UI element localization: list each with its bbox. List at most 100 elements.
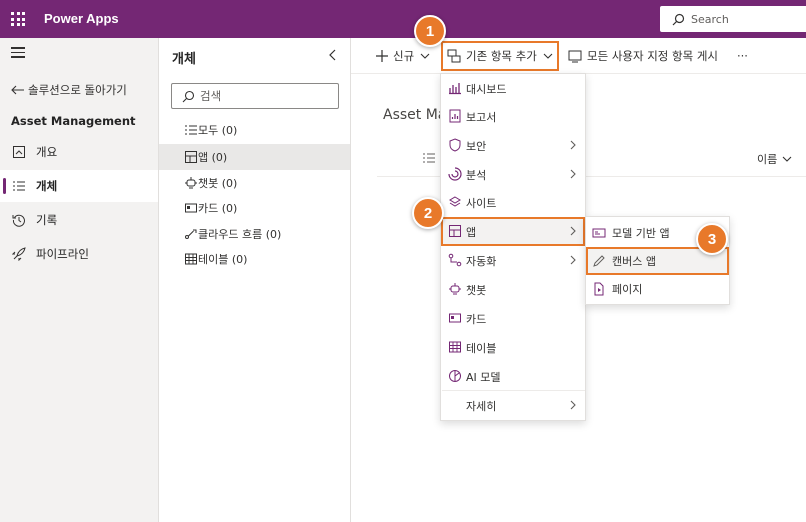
- submenu-item-page[interactable]: 페이지: [586, 275, 729, 303]
- step-badge-2: 2: [412, 197, 444, 229]
- analytics-icon: [448, 167, 462, 181]
- new-button-label: 신규: [393, 49, 415, 63]
- object-item-label: 테이블 (0): [198, 253, 248, 266]
- menu-item-label: 보안: [466, 139, 487, 153]
- menu-item-label: 사이트: [466, 196, 497, 210]
- back-to-solutions-link[interactable]: 솔루션으로 돌아가기: [11, 82, 127, 98]
- nav-item-pipelines[interactable]: 파이프라인: [0, 238, 158, 270]
- publish-icon: [568, 50, 582, 63]
- model-app-icon: [592, 228, 606, 238]
- object-item-tables[interactable]: 테이블 (0): [159, 246, 350, 272]
- nav-item-objects[interactable]: 개체: [0, 170, 158, 202]
- card-icon: [449, 313, 461, 323]
- object-item-label: 모두 (0): [198, 124, 238, 137]
- nav-item-label: 기록: [36, 213, 58, 227]
- menu-item-automation[interactable]: 자동화: [441, 246, 585, 275]
- add-existing-label: 기존 항목 추가: [466, 49, 537, 63]
- chatbot-icon: [449, 283, 461, 295]
- global-search-placeholder: Search: [691, 12, 729, 26]
- name-column-header[interactable]: 이름: [757, 151, 792, 167]
- overview-icon: [13, 146, 25, 158]
- automation-icon: [448, 253, 462, 267]
- publish-all-button[interactable]: 모든 사용자 지정 항목 게시: [568, 38, 718, 74]
- step-badge-1: 1: [414, 15, 446, 47]
- nav-item-history[interactable]: 기록: [0, 204, 158, 236]
- menu-item-security[interactable]: 보안: [441, 131, 585, 160]
- app-launcher-icon[interactable]: [11, 12, 25, 26]
- object-item-label: 앱 (0): [198, 151, 228, 164]
- menu-item-label: 앱: [466, 225, 477, 239]
- objects-icon: [13, 181, 25, 191]
- menu-item-app[interactable]: 앱: [441, 217, 585, 246]
- menu-item-chatbot[interactable]: 챗봇: [441, 275, 585, 304]
- object-item-apps[interactable]: 앱 (0): [159, 144, 350, 170]
- object-item-chatbots[interactable]: 챗봇 (0): [159, 170, 350, 196]
- submenu-item-label: 캔버스 앱: [612, 255, 656, 268]
- menu-item-label: 보고서: [466, 110, 497, 124]
- objects-panel: 개체 검색 모두 (0) 앱 (0) 챗봇 (0) 카드 (0) 클라우드 흐름…: [159, 38, 351, 522]
- site-icon: [449, 196, 461, 207]
- chevron-right-icon: [570, 169, 576, 179]
- shield-icon: [449, 138, 461, 152]
- chevron-down-icon: [420, 53, 430, 59]
- hamburger-icon[interactable]: [11, 47, 25, 61]
- app-title[interactable]: Power Apps: [44, 11, 119, 26]
- table-icon: [185, 253, 197, 265]
- nav-item-label: 개요: [36, 145, 58, 159]
- search-icon: [672, 13, 685, 25]
- app-icon: [185, 151, 197, 163]
- menu-item-analytics[interactable]: 분석: [441, 160, 585, 189]
- global-search-input[interactable]: Search: [660, 6, 806, 32]
- menu-item-label: 대시보드: [466, 82, 507, 96]
- menu-item-label: 테이블: [466, 341, 497, 355]
- menu-item-label: 자동화: [466, 254, 497, 268]
- top-bar: Power Apps Search: [0, 0, 806, 38]
- nav-item-overview[interactable]: 개요: [0, 136, 158, 168]
- dashboard-icon: [449, 83, 461, 95]
- list-view-icon[interactable]: [423, 152, 435, 164]
- menu-item-label: 자세히: [466, 399, 497, 413]
- page-icon: [594, 282, 604, 296]
- object-item-all[interactable]: 모두 (0): [159, 117, 350, 143]
- menu-item-table[interactable]: 테이블: [441, 333, 585, 362]
- chatbot-icon: [185, 177, 197, 189]
- search-icon: [182, 90, 195, 102]
- name-column-label: 이름: [757, 153, 778, 166]
- page-title: Asset Ma: [383, 107, 447, 123]
- add-existing-menu: 대시보드 보고서 보안 분석 사이트 앱 자동화 챗봇 카드 테이블 AI 모델…: [440, 73, 586, 421]
- list-icon: [185, 125, 197, 135]
- report-icon: [449, 109, 461, 123]
- object-item-label: 카드 (0): [198, 202, 238, 215]
- menu-item-card[interactable]: 카드: [441, 304, 585, 333]
- rocket-icon: [12, 247, 26, 261]
- chevron-down-icon: [543, 53, 553, 59]
- more-icon: ···: [737, 49, 748, 63]
- chevron-right-icon: [570, 140, 576, 150]
- arrow-left-icon: [11, 85, 24, 95]
- menu-item-dashboard[interactable]: 대시보드: [441, 74, 585, 103]
- menu-item-site[interactable]: 사이트: [441, 188, 585, 217]
- history-icon: [12, 214, 25, 227]
- solution-name: Asset Management: [11, 114, 136, 128]
- flow-icon: [185, 229, 197, 239]
- more-commands-button[interactable]: ···: [737, 38, 748, 74]
- publish-all-label: 모든 사용자 지정 항목 게시: [587, 49, 719, 63]
- menu-item-ai-model[interactable]: AI 모델: [441, 362, 585, 391]
- add-existing-button[interactable]: 기존 항목 추가: [441, 41, 559, 71]
- back-link-label: 솔루션으로 돌아가기: [28, 83, 127, 97]
- menu-item-more[interactable]: 자세히: [441, 391, 585, 420]
- object-item-cards[interactable]: 카드 (0): [159, 195, 350, 221]
- objects-panel-title: 개체: [172, 52, 196, 67]
- submenu-item-label: 모델 기반 앱: [612, 227, 670, 240]
- object-item-label: 챗봇 (0): [198, 177, 238, 190]
- menu-item-report[interactable]: 보고서: [441, 102, 585, 131]
- chevron-right-icon: [570, 255, 576, 265]
- object-item-cloud-flows[interactable]: 클라우드 흐름 (0): [159, 221, 350, 247]
- nav-item-label: 파이프라인: [36, 247, 89, 261]
- chevron-right-icon: [570, 400, 576, 410]
- card-icon: [185, 203, 197, 213]
- menu-item-label: 카드: [466, 312, 487, 326]
- left-navigation: 솔루션으로 돌아가기 Asset Management 개요 개체 기록 파이프…: [0, 38, 159, 522]
- objects-search-input[interactable]: 검색: [171, 83, 339, 109]
- chevron-left-icon[interactable]: [327, 48, 339, 62]
